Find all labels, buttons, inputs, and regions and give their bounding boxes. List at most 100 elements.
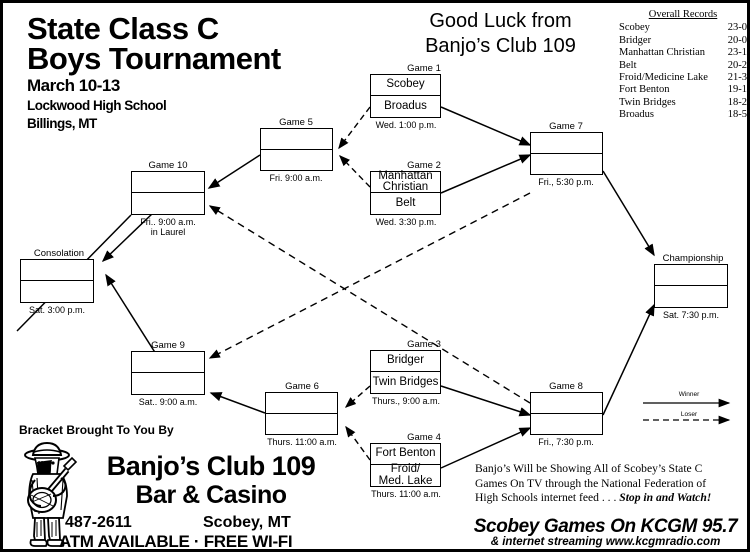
record-row: Belt 20-2 <box>619 60 747 72</box>
game5-time: Fri. 9:00 a.m. <box>269 173 323 183</box>
consolation-team-bottom[interactable] <box>21 281 93 302</box>
championship-time: Sat. 7:30 p.m. <box>662 310 720 320</box>
game4-time: Thurs. 11:00 a.m. <box>371 489 441 499</box>
record-team: Froid/Medicine Lake <box>619 72 708 84</box>
sponsor-name: Banjo’s Club 109 <box>106 451 316 481</box>
record-value: 20-0 <box>727 34 747 46</box>
record-value: 18-5 <box>727 109 747 121</box>
promo-line3-emphasis: Stop in and Watch! <box>619 491 712 505</box>
legend: Winner Loser <box>639 391 739 433</box>
game4-team-top[interactable]: Fort Benton <box>371 444 440 465</box>
game1-label: Game 1 <box>407 63 441 74</box>
championship-team-top[interactable] <box>655 265 727 286</box>
game6-team-bottom[interactable] <box>266 414 337 435</box>
game10-team-bottom[interactable] <box>132 193 204 214</box>
bracket-sponsor-tagline: Bracket Brought To You By <box>19 423 174 437</box>
good-luck-line1: Good Luck from <box>429 10 572 32</box>
game8-team-top[interactable] <box>531 393 602 414</box>
game4-team-bottom[interactable]: Froid/ Med. Lake <box>371 463 440 486</box>
good-luck-message: Good Luck from Banjo’s Club 109 <box>393 9 608 59</box>
page-title-line2: Boys Tournament <box>27 41 281 76</box>
game10-time-line1: Fri.. 9:00 a.m. <box>140 217 196 227</box>
record-team: Twin Bridges <box>619 96 676 108</box>
game2-team-bottom[interactable]: Belt <box>371 193 440 214</box>
game5-team-top[interactable] <box>261 129 332 150</box>
game7-team-top[interactable] <box>531 133 602 154</box>
game10-team-top[interactable] <box>132 172 204 193</box>
internet-streaming-line: & internet streaming www.kcgmradio.com <box>490 536 721 548</box>
game8-team-bottom[interactable] <box>531 414 602 435</box>
legend-winner-label: Winner <box>678 391 700 398</box>
game5-label: Game 5 <box>279 117 313 128</box>
game9-box[interactable] <box>131 351 205 395</box>
game9-label: Game 9 <box>151 340 185 351</box>
sponsor-subtitle: Bar & Casino <box>135 481 287 509</box>
game7-box[interactable] <box>530 132 603 175</box>
game7-team-bottom[interactable] <box>531 154 602 175</box>
sponsor-amenities: ATM AVAILABLE · FREE WI-FI <box>59 532 293 551</box>
consolation-label: Consolation <box>33 248 85 259</box>
game3-box[interactable]: Bridger Twin Bridges <box>370 350 441 394</box>
record-team: Broadus <box>619 109 654 121</box>
game4-team-bottom-line1: Froid/ <box>390 463 421 475</box>
game7-time: Fri., 5:30 p.m. <box>538 177 594 187</box>
game6-label: Game 6 <box>285 381 319 392</box>
record-row: Froid/Medicine Lake 21-3 <box>619 72 747 84</box>
record-value: 18-2 <box>727 96 747 108</box>
game2-box[interactable]: Manhattan Christian Belt <box>370 170 441 215</box>
championship-label: Championship <box>662 253 724 264</box>
consolation-box[interactable] <box>20 259 94 303</box>
good-luck-line2: Banjo’s Club 109 <box>425 35 576 57</box>
consolation-team-top[interactable] <box>21 260 93 281</box>
promo-line3: High Schools internet feed . . . Stop in… <box>475 491 743 506</box>
record-team: Fort Benton <box>619 84 670 96</box>
record-team: Scobey <box>619 22 650 34</box>
game8-box[interactable] <box>530 392 603 435</box>
game5-team-bottom[interactable] <box>261 150 332 171</box>
game1-team-bottom[interactable]: Broadus <box>371 96 440 117</box>
broadcast-promo: Banjo’s Will be Showing All of Scobey’s … <box>475 462 743 506</box>
game3-time: Thurs., 9:00 a.m. <box>371 396 441 406</box>
game9-team-bottom[interactable] <box>132 373 204 394</box>
game8-time: Fri., 7:30 p.m. <box>538 437 594 447</box>
record-value: 23-0 <box>727 22 747 34</box>
record-team: Belt <box>619 59 637 71</box>
game1-time: Wed. 1:00 p.m. <box>375 120 437 130</box>
record-value: 23-1 <box>727 47 747 59</box>
game8-label: Game 8 <box>549 381 583 392</box>
championship-team-bottom[interactable] <box>655 286 727 307</box>
game1-box[interactable]: Scobey Broadus <box>370 74 441 118</box>
promo-line2: Games On TV through the National Federat… <box>475 476 707 490</box>
game6-time: Thurs. 11:00 a.m. <box>267 437 337 447</box>
game4-box[interactable]: Fort Benton Froid/ Med. Lake <box>370 443 441 487</box>
game6-box[interactable] <box>265 392 338 435</box>
sponsor-phone: 487-2611 <box>65 514 132 531</box>
overall-records-heading: Overall Records <box>648 9 718 20</box>
championship-box[interactable] <box>654 264 728 308</box>
overall-records-table: Overall Records Scobey 23-0 Bridger 20-0… <box>619 9 747 122</box>
game6-team-top[interactable] <box>266 393 337 414</box>
game10-box[interactable] <box>131 171 205 215</box>
consolation-time: Sat. 3:00 p.m. <box>28 305 86 315</box>
record-value: 21-3 <box>727 72 747 84</box>
game2-team-top[interactable]: Manhattan Christian <box>371 170 440 193</box>
game3-team-top[interactable]: Bridger <box>371 351 440 372</box>
game1-team-top[interactable]: Scobey <box>371 75 440 96</box>
radio-broadcast-line: Scobey Games On KCGM 95.7 <box>473 516 738 537</box>
game3-team-bottom[interactable]: Twin Bridges <box>371 372 440 393</box>
tournament-city: Billings, MT <box>27 116 97 131</box>
game2-time: Wed. 3:30 p.m. <box>375 217 437 227</box>
game5-box[interactable] <box>260 128 333 171</box>
record-value: 20-2 <box>727 59 747 71</box>
game4-label: Game 4 <box>407 432 441 443</box>
game9-team-top[interactable] <box>132 352 204 373</box>
promo-line1: Banjo’s Will be Showing All of Scobey’s … <box>475 462 703 475</box>
record-value: 19-1 <box>727 84 747 96</box>
sponsor-town: Scobey, MT <box>203 514 291 531</box>
record-row: Twin Bridges 18-2 <box>619 97 747 109</box>
record-team: Manhattan Christian <box>619 47 706 59</box>
game10-label: Game 10 <box>148 160 188 171</box>
record-row: Broadus 18-5 <box>619 109 747 121</box>
record-row: Manhattan Christian 23-1 <box>619 47 747 59</box>
record-row: Scobey 23-0 <box>619 22 747 34</box>
